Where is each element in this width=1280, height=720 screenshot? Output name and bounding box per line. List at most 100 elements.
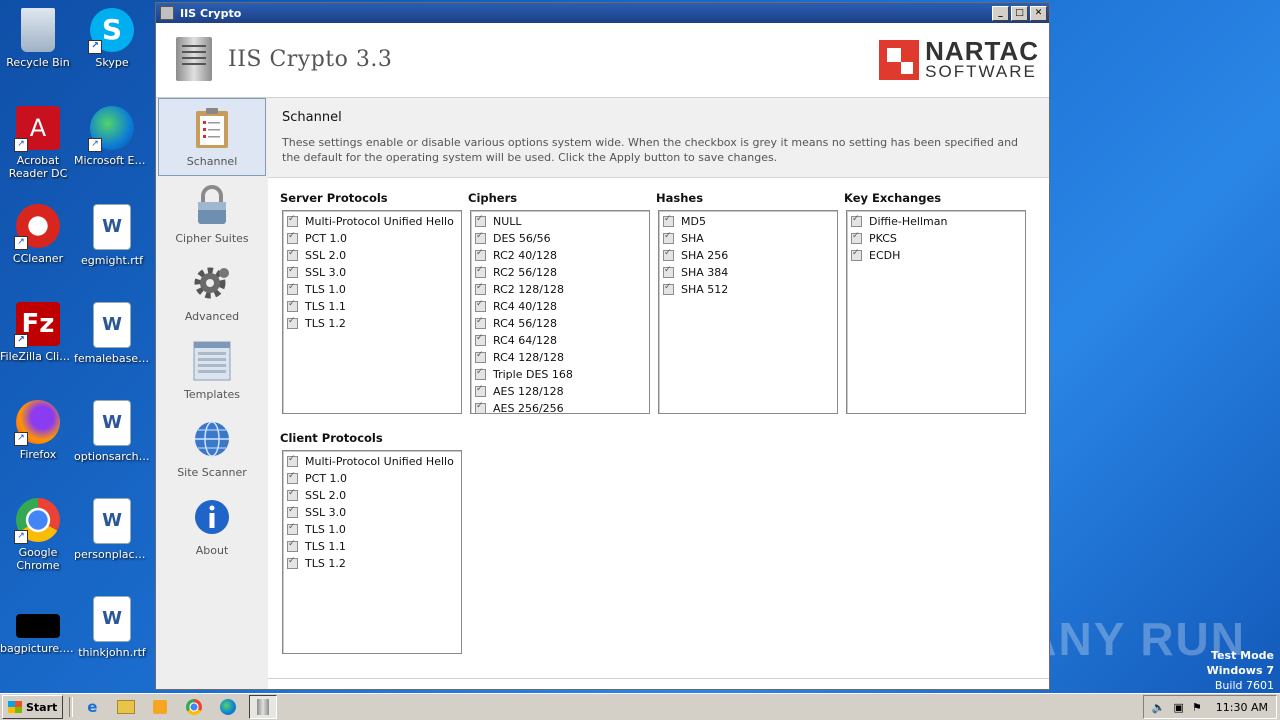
checkbox[interactable] [287,265,298,278]
list-item[interactable]: RC2 40/128 [471,247,649,264]
checkbox[interactable] [287,488,298,501]
checkbox[interactable] [475,214,486,227]
checkbox[interactable] [475,316,486,329]
sidebar-item-about[interactable]: About [156,488,268,566]
egmight-file[interactable]: W egmight.rtf [74,204,150,267]
clock[interactable]: 11:30 AM [1216,701,1268,714]
list-item[interactable]: SSL 2.0 [283,247,461,264]
maximize-button[interactable]: □ [1011,5,1028,21]
list-item[interactable]: Multi-Protocol Unified Hello [283,213,461,230]
start-button[interactable]: Start [2,695,64,719]
list-item[interactable]: AES 256/256 [471,400,649,417]
sidebar-item-templates[interactable]: Templates [156,332,268,410]
ccleaner-shortcut[interactable]: ↗ CCleaner [0,204,76,265]
checkbox[interactable] [287,522,298,535]
checkbox[interactable] [475,265,486,278]
checkbox[interactable] [475,333,486,346]
checkbox[interactable] [287,539,298,552]
list-item[interactable]: TLS 1.2 [283,555,461,572]
list-item[interactable]: RC4 128/128 [471,349,649,366]
personplace-file[interactable]: W personplace.... [74,498,150,561]
checkbox[interactable] [287,454,298,467]
checkbox[interactable] [475,384,486,397]
checkbox[interactable] [287,248,298,261]
list-item[interactable]: PCT 1.0 [283,230,461,247]
list-item[interactable]: TLS 1.1 [283,298,461,315]
sidebar-item-advanced[interactable]: Advanced [156,254,268,332]
taskbar-edge-button[interactable] [215,696,241,718]
taskbar-ie-button[interactable]: e [79,696,105,718]
checkbox[interactable] [287,505,298,518]
checkbox[interactable] [287,556,298,569]
checkbox[interactable] [851,231,862,244]
list-item[interactable]: Triple DES 168 [471,366,649,383]
optionsarchi-file[interactable]: W optionsarchi... [74,400,150,463]
list-item[interactable]: RC4 56/128 [471,315,649,332]
list-item[interactable]: RC4 40/128 [471,298,649,315]
checkbox[interactable] [663,231,674,244]
checkbox[interactable] [287,282,298,295]
list-item[interactable]: TLS 1.1 [283,538,461,555]
title-bar[interactable]: IIS Crypto _ □ ✕ [156,3,1049,23]
list-item[interactable]: SSL 3.0 [283,264,461,281]
list-item[interactable]: TLS 1.2 [283,315,461,332]
list-item[interactable]: Diffie-Hellman [847,213,1025,230]
list-item[interactable]: PCT 1.0 [283,470,461,487]
list-item[interactable]: MD5 [659,213,837,230]
checkbox[interactable] [663,265,674,278]
checkbox[interactable] [851,248,862,261]
skype-shortcut[interactable]: S ↗ Skype [74,8,150,69]
list-item[interactable]: SSL 2.0 [283,487,461,504]
list-item[interactable]: DES 56/56 [471,230,649,247]
checkbox[interactable] [663,214,674,227]
close-button[interactable]: ✕ [1030,5,1047,21]
list-item[interactable]: Multi-Protocol Unified Hello [283,453,461,470]
list-item[interactable]: SHA 512 [659,281,837,298]
checkbox[interactable] [287,316,298,329]
minimize-button[interactable]: _ [992,5,1009,21]
filezilla-shortcut[interactable]: Fz ↗ FileZilla Client [0,302,76,363]
taskbar-iis-crypto-button[interactable] [249,695,278,719]
list-item[interactable]: AES 128/128 [471,383,649,400]
checkbox[interactable] [475,248,486,261]
sidebar-item-cipher-suites[interactable]: Cipher Suites [156,176,268,254]
checkbox[interactable] [475,401,486,414]
list-item[interactable]: RC2 128/128 [471,281,649,298]
checkbox[interactable] [475,350,486,363]
list-item[interactable]: SHA 384 [659,264,837,281]
list-item[interactable]: SHA 256 [659,247,837,264]
sidebar-item-site-scanner[interactable]: Site Scanner [156,410,268,488]
taskbar-chrome-button[interactable] [181,696,207,718]
chrome-shortcut[interactable]: ↗ Google Chrome [0,498,76,572]
femalebase-file[interactable]: W femalebase.... [74,302,150,365]
list-item[interactable]: SHA [659,230,837,247]
taskbar-explorer-button[interactable] [113,696,139,718]
checkbox[interactable] [287,299,298,312]
acrobat-shortcut[interactable]: A ↗ Acrobat Reader DC [0,106,76,180]
list-item[interactable]: RC2 56/128 [471,264,649,281]
thinkjohn-file[interactable]: W thinkjohn.rtf [74,596,150,659]
checkbox[interactable] [475,299,486,312]
volume-icon[interactable]: 🔈 [1152,701,1166,714]
checkbox[interactable] [287,231,298,244]
bagpicture-file[interactable]: bagpicture.jpg [0,596,76,655]
checkbox[interactable] [475,282,486,295]
checkbox[interactable] [663,282,674,295]
list-item[interactable]: NULL [471,213,649,230]
recycle-bin-shortcut[interactable]: Recycle Bin [0,8,76,69]
action-center-flag-icon[interactable]: ⚑ [1192,701,1202,714]
checkbox[interactable] [475,231,486,244]
sidebar-item-schannel[interactable]: Schannel [158,98,266,176]
checkbox[interactable] [287,471,298,484]
list-item[interactable]: SSL 3.0 [283,504,461,521]
firefox-shortcut[interactable]: ↗ Firefox [0,400,76,461]
list-item[interactable]: RC4 64/128 [471,332,649,349]
list-item[interactable]: PKCS [847,230,1025,247]
network-icon[interactable]: ▣ [1174,701,1184,714]
checkbox[interactable] [287,214,298,227]
taskbar-media-button[interactable] [147,696,173,718]
edge-shortcut[interactable]: ↗ Microsoft Edge [74,106,150,167]
list-item[interactable]: TLS 1.0 [283,521,461,538]
checkbox[interactable] [475,367,486,380]
checkbox[interactable] [663,248,674,261]
